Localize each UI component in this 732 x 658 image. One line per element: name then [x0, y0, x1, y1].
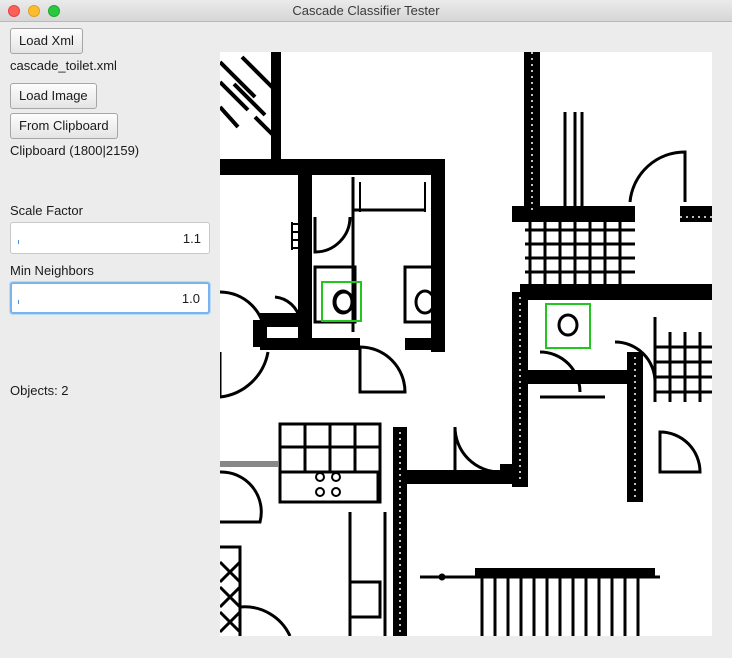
- scale-factor-caret: [18, 240, 19, 244]
- scale-factor-label: Scale Factor: [10, 203, 83, 218]
- xml-file-label: cascade_toilet.xml: [10, 58, 117, 73]
- load-image-button[interactable]: Load Image: [10, 83, 97, 109]
- floor-plan-image: [220, 52, 712, 636]
- scale-factor-input[interactable]: [10, 222, 210, 254]
- detection-box: [545, 303, 591, 349]
- clipboard-info-label: Clipboard (1800|2159): [10, 143, 140, 158]
- min-neighbors-input[interactable]: [10, 282, 210, 314]
- objects-count-label: Objects: 2: [10, 383, 69, 398]
- title-bar: Cascade Classifier Tester: [0, 0, 732, 22]
- image-canvas[interactable]: [220, 52, 712, 636]
- min-neighbors-label: Min Neighbors: [10, 263, 94, 278]
- min-neighbors-caret: [18, 300, 19, 304]
- load-xml-button[interactable]: Load Xml: [10, 28, 83, 54]
- window-title: Cascade Classifier Tester: [292, 3, 440, 18]
- from-clipboard-button[interactable]: From Clipboard: [10, 113, 118, 139]
